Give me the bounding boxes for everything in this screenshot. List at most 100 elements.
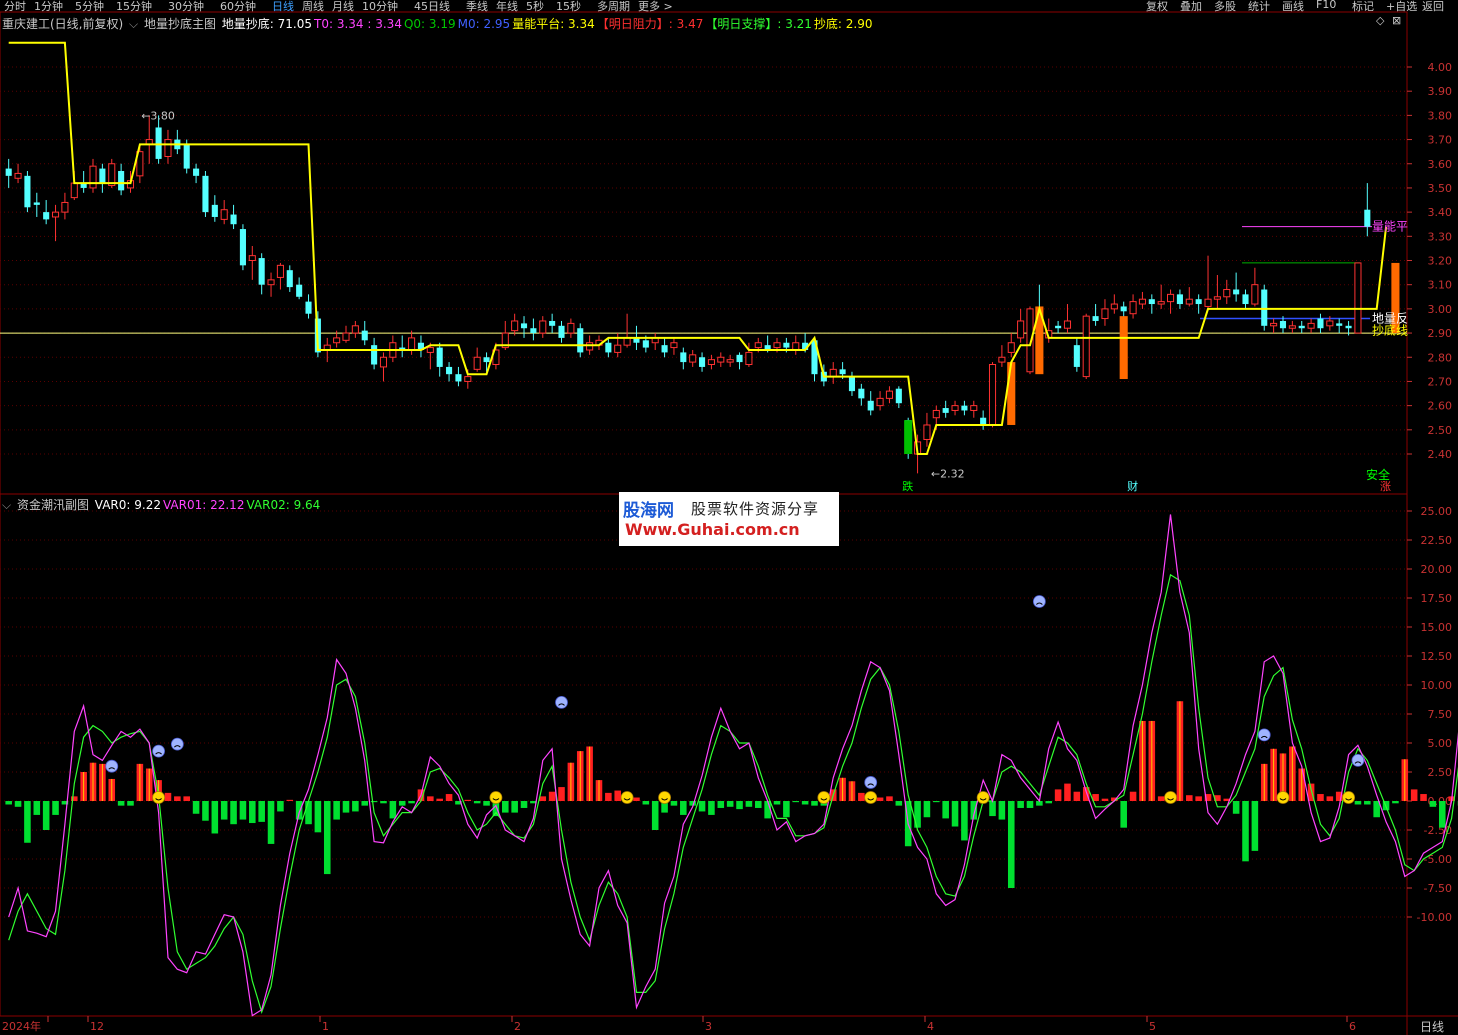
- sub-tick-label-9: 2.50: [1428, 766, 1453, 779]
- smiley-icon-1: [489, 791, 503, 804]
- frown-icon-4: [864, 776, 878, 789]
- var0-bar-17: [164, 792, 172, 801]
- var0-bar-64: [605, 792, 612, 801]
- var0-bar-30: [286, 799, 294, 801]
- signal-bar-up-2: [1119, 316, 1128, 380]
- var0-bar-22: [211, 801, 219, 834]
- var0-bar-94: [886, 796, 893, 801]
- candle-body-94: [885, 390, 893, 399]
- candle-body-75: [707, 359, 715, 366]
- main-tick-label-2: 3.80: [1428, 109, 1453, 122]
- candle-body-89: [839, 369, 846, 375]
- var0-bar-141: [1326, 796, 1334, 801]
- var0-bar-25: [239, 801, 247, 820]
- var0-bar-24: [230, 801, 237, 825]
- var0-bar-117: [1101, 798, 1109, 801]
- frown-icon-5: [1032, 595, 1046, 608]
- candle-body-132: [1242, 294, 1249, 305]
- var0-bar-153: [1438, 801, 1446, 828]
- var0-bar-57: [539, 796, 547, 801]
- var0-bar-26: [249, 801, 256, 824]
- candle-body-131: [1233, 289, 1240, 295]
- sub-tick-label-2: 20.00: [1421, 563, 1453, 576]
- sub-tick-label-7: 7.50: [1428, 708, 1453, 721]
- candle-body-17: [164, 139, 172, 157]
- candle-body-10: [99, 168, 106, 184]
- candle-body-114: [1073, 345, 1080, 367]
- var0-bar-100: [942, 801, 949, 819]
- watermark-url: Www.Guhai.com.cn: [625, 520, 800, 539]
- var02-line: [8, 573, 1458, 1015]
- var0-bar-49: [464, 799, 472, 801]
- smiley-icon-6: [976, 791, 990, 804]
- var0-bar-109: [1026, 801, 1034, 808]
- candle-body-145: [1364, 209, 1371, 227]
- var0-bar-78: [736, 801, 743, 810]
- candle-body-59: [558, 325, 565, 338]
- candle-body-100: [942, 408, 949, 413]
- var0-bar-83: [783, 801, 790, 818]
- var0-bar-42: [398, 801, 406, 806]
- candle-body-143: [1345, 325, 1352, 329]
- date-label-4: 3: [705, 1020, 712, 1033]
- var0-bar-38: [361, 801, 369, 806]
- date-label-5: 4: [927, 1020, 934, 1033]
- var0-bar-18: [174, 796, 181, 801]
- candle-body-43: [408, 337, 416, 351]
- smiley-icon-4: [817, 791, 831, 804]
- var0-bar-93: [876, 797, 884, 801]
- var0-bar-77: [726, 801, 734, 807]
- signal-bar-up-0: [1007, 362, 1016, 425]
- var0-bar-50: [473, 801, 481, 804]
- var0-bar-65: [614, 790, 622, 801]
- frown-icon-1: [152, 744, 166, 758]
- candle-body-113: [1063, 320, 1072, 329]
- var0-bar-67: [633, 797, 640, 801]
- sub-tick-label-13: -7.50: [1424, 882, 1452, 895]
- candle-body-133: [1251, 284, 1259, 305]
- candle-body-141: [1326, 320, 1334, 327]
- var0-bar-12: [117, 801, 125, 806]
- candle-body-48: [455, 374, 462, 382]
- var0-bar-23: [220, 801, 228, 820]
- main-tick-label-5: 3.50: [1428, 182, 1453, 195]
- smiley-icon-0: [152, 791, 166, 804]
- candle-body-74: [699, 357, 706, 367]
- var0-bar-123: [1157, 796, 1165, 801]
- var0-bar-21: [202, 801, 209, 821]
- watermark-logo: 股海网 股票软件资源分享 Www.Guhai.com.cn: [619, 492, 839, 546]
- main-tick-label-12: 2.80: [1428, 351, 1453, 364]
- smiley-icon-2: [620, 791, 634, 804]
- var0-bar-55: [520, 801, 528, 808]
- candle-body-47: [446, 366, 453, 375]
- var0-bar-37: [352, 801, 359, 812]
- var0-bar-132: [1242, 801, 1249, 862]
- candle-body-49: [464, 376, 472, 382]
- var0-bar-101: [951, 801, 959, 827]
- main-tick-label-13: 2.70: [1428, 375, 1453, 388]
- candle-body-121: [1138, 298, 1146, 305]
- var0-bar-102: [961, 801, 968, 841]
- candle-body-3: [33, 202, 40, 205]
- candle-body-136: [1279, 320, 1287, 329]
- candle-body-140: [1317, 318, 1324, 329]
- var0-bar-80: [754, 801, 762, 808]
- candle-body-77: [726, 359, 734, 363]
- frown-icon-0: [105, 759, 119, 773]
- period-indicator[interactable]: 日线: [1420, 1018, 1444, 1035]
- frown-icon-7: [1351, 754, 1365, 767]
- sub-tick-label-8: 5.00: [1428, 737, 1453, 750]
- var0-bar-33: [314, 801, 322, 833]
- candle-body-6: [61, 201, 69, 213]
- candle-body-56: [530, 328, 537, 334]
- var0-bar-113: [1064, 783, 1071, 801]
- var0-bar-1: [14, 801, 22, 807]
- candle-body-124: [1167, 293, 1175, 303]
- date-label-0: 2024年: [2, 1019, 41, 1033]
- candle-body-21: [202, 175, 209, 213]
- candle-body-57: [539, 320, 547, 334]
- var0-bar-74: [698, 801, 706, 812]
- candle-body-82: [773, 342, 781, 349]
- candle-body-91: [858, 388, 865, 399]
- candle-body-118: [1110, 303, 1118, 310]
